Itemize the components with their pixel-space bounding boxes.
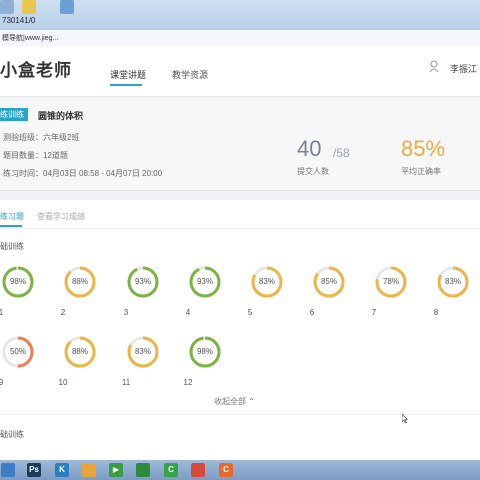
address-text: 模导航|www.jieg... bbox=[2, 35, 59, 42]
question-number: 1 bbox=[0, 308, 4, 317]
question-accuracy-label: 78% bbox=[382, 277, 399, 286]
average-accuracy: 85% bbox=[401, 136, 446, 161]
chevron-up-icon: ⌃ bbox=[248, 397, 255, 406]
exercise-title: 圆锥的体积 bbox=[38, 111, 84, 121]
question-number: 12 bbox=[183, 378, 193, 387]
question-number: 3 bbox=[123, 308, 129, 317]
question-accuracy-label: 50% bbox=[9, 347, 26, 356]
k-icon[interactable]: K bbox=[55, 463, 69, 477]
question-count: 题目数量：12道题 bbox=[3, 151, 68, 160]
tab-exercises[interactable]: 练习题 bbox=[0, 211, 24, 222]
app-logo: 小盒老师 bbox=[0, 61, 72, 80]
submitted-label: 提交人数 bbox=[297, 167, 329, 176]
camtasia-icon[interactable] bbox=[136, 463, 150, 477]
nav-tab-resources[interactable]: 教学资源 bbox=[172, 68, 208, 81]
exercise-time: 练习时间：04月03日 08:58 - 04月07日 20:00 bbox=[3, 169, 163, 178]
question-number: 2 bbox=[60, 308, 66, 317]
exercise-type-badge: 练训练 bbox=[0, 108, 28, 121]
question-accuracy-label: 83% bbox=[444, 277, 461, 286]
question-accuracy-label: 88% bbox=[71, 277, 88, 286]
section-divider bbox=[0, 414, 480, 415]
tab-view-grades[interactable]: 查看学习成绩 bbox=[37, 211, 85, 222]
os-taskbar: Ps K ▶ C C bbox=[0, 460, 480, 480]
chrome-icon[interactable] bbox=[191, 463, 205, 477]
nav-active-indicator bbox=[110, 84, 142, 86]
player-icon[interactable]: ▶ bbox=[109, 463, 123, 477]
pinwheel-icon[interactable] bbox=[82, 463, 96, 477]
question-accuracy-label: 83% bbox=[134, 347, 151, 356]
browser-titlebar: 730141/0 bbox=[0, 0, 480, 30]
green-c-icon[interactable]: C bbox=[164, 463, 178, 477]
browser-tab-title[interactable]: 730141/0 bbox=[2, 16, 35, 25]
question-number: 9 bbox=[0, 378, 4, 387]
question-accuracy-label: 93% bbox=[196, 277, 213, 286]
tab-divider bbox=[0, 228, 480, 229]
user-name[interactable]: 李振江 bbox=[450, 62, 477, 75]
browser-app-icon bbox=[0, 0, 14, 14]
question-accuracy-label: 88% bbox=[71, 347, 88, 356]
class-info: 测验班级：六年级2班 bbox=[3, 133, 80, 142]
question-accuracy-label: 83% bbox=[258, 277, 275, 286]
question-number: 11 bbox=[121, 378, 131, 387]
question-number: 6 bbox=[309, 308, 315, 317]
section-title-2: 础训练 bbox=[0, 430, 24, 439]
question-number: 8 bbox=[433, 308, 439, 317]
mouse-cursor-icon bbox=[402, 414, 408, 423]
question-panel bbox=[0, 200, 480, 460]
question-number: 7 bbox=[371, 308, 377, 317]
page-icon bbox=[60, 0, 74, 14]
ps-icon[interactable]: Ps bbox=[27, 463, 41, 477]
total-count: /58 bbox=[333, 146, 350, 160]
accuracy-label: 平均正确率 bbox=[401, 167, 441, 176]
collapse-all-button[interactable]: 收起全部 ⌃ bbox=[214, 396, 255, 407]
question-accuracy-label: 98% bbox=[196, 347, 213, 356]
question-accuracy-label: 85% bbox=[320, 277, 337, 286]
address-bar[interactable]: 模导航|www.jieg... bbox=[0, 30, 480, 47]
user-avatar-icon[interactable] bbox=[429, 60, 439, 72]
question-number: 10 bbox=[58, 378, 68, 387]
folder-icon bbox=[22, 0, 36, 14]
question-accuracy-label: 93% bbox=[134, 277, 151, 286]
app-header: 小盒老师 课堂讲题 教学资源 李振江 bbox=[0, 46, 480, 97]
start-button-icon[interactable] bbox=[1, 463, 15, 477]
section-title: 础训练 bbox=[0, 242, 24, 251]
question-number: 4 bbox=[185, 308, 191, 317]
tab-active-indicator bbox=[0, 225, 22, 227]
orange-c-icon[interactable]: C bbox=[219, 463, 233, 477]
submitted-count: 40 bbox=[297, 136, 322, 161]
nav-tab-lecture[interactable]: 课堂讲题 bbox=[110, 68, 146, 81]
question-number: 5 bbox=[247, 308, 253, 317]
question-accuracy-label: 98% bbox=[9, 277, 26, 286]
collapse-label: 收起全部 bbox=[214, 397, 246, 406]
